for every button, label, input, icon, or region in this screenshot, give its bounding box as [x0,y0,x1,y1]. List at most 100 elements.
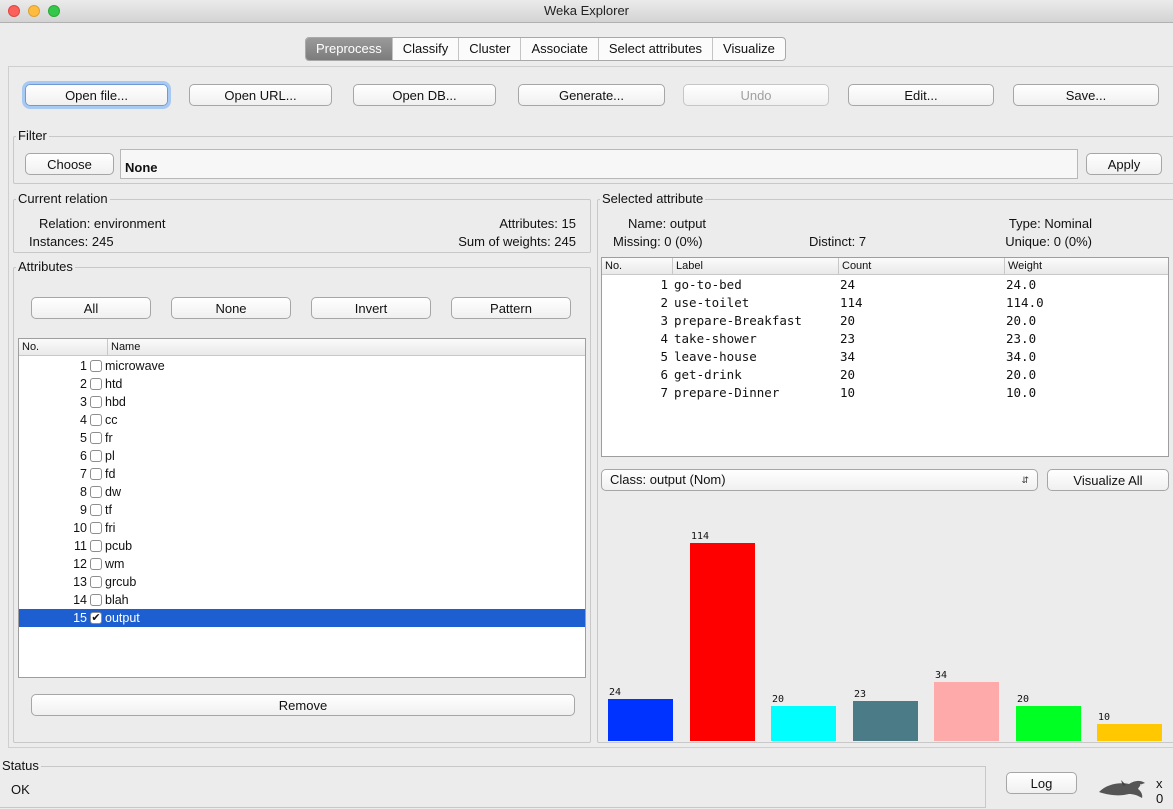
log-button[interactable]: Log [1006,772,1077,794]
col-count-header[interactable]: Count [838,258,1004,274]
attribute-row-no: 2 [80,377,87,391]
weka-bird-icon[interactable] [1097,778,1151,800]
label-stats-table[interactable]: No. Label Count Weight 1 go-to-bed 2 4 24.0 2… [601,257,1169,457]
remove-button[interactable]: Remove [31,694,575,716]
label-stats-row[interactable]: 3 prepare-Breakfast 20 20.0 [602,312,1168,330]
attribute-row[interactable]: 2 htd [19,375,585,393]
attribute-row-no: 12 [73,557,87,571]
attribute-checkbox[interactable] [90,486,102,498]
label-row-no: 2 [660,295,668,310]
label-row-no: 1 [660,277,668,292]
tab-associate[interactable]: Associate [521,38,599,60]
label-row-label: go-to-bed [674,277,742,292]
attribute-row[interactable]: 15 ✔ output [19,609,585,627]
attribute-row-no: 15 [73,611,87,625]
attribute-checkbox[interactable] [90,414,102,426]
col-no-header[interactable]: No. [602,258,672,274]
undo-button[interactable]: Undo [683,84,829,106]
bar-value-label: 114 [691,531,710,542]
attribute-row-no: 8 [80,485,87,499]
attribute-checkbox[interactable] [90,594,102,606]
attribute-checkbox[interactable] [90,378,102,390]
attribute-row[interactable]: 12 wm [19,555,585,573]
attribute-row-no: 5 [80,431,87,445]
attribute-row-name: output [105,611,140,625]
open-url-button[interactable]: Open URL... [189,84,332,106]
attribute-checkbox[interactable] [90,576,102,588]
label-row-label: get-drink [674,367,742,382]
tab-classify[interactable]: Classify [393,38,460,60]
tab-select-attributes[interactable]: Select attributes [599,38,714,60]
label-row-label: leave-house [674,349,757,364]
attribute-row[interactable]: 8 dw [19,483,585,501]
attribute-row[interactable]: 11 pcub [19,537,585,555]
invert-selection-button[interactable]: Invert [311,297,431,319]
attribute-row[interactable]: 1 microwave [19,357,585,375]
label-row-no: 4 [660,331,668,346]
label-row-label: take-shower [674,331,757,346]
updown-arrows-icon: ⇵ [1021,475,1029,485]
attribute-checkbox[interactable] [90,540,102,552]
bar-value-label: 20 [772,694,785,705]
attribute-row-name: grcub [105,575,137,589]
col-label-header[interactable]: Label [672,258,838,274]
generate-button[interactable]: Generate... [518,84,665,106]
tab-visualize[interactable]: Visualize [713,38,785,60]
attribute-checkbox[interactable] [90,558,102,570]
class-select[interactable]: Class: output (Nom) ⇵ [601,469,1038,491]
attribute-row[interactable]: 7 fd [19,465,585,483]
bar-leave-house [934,682,999,741]
filter-field[interactable]: None [120,149,1078,179]
label-stats-row[interactable]: 5 leave-house 34 34.0 [602,348,1168,366]
attribute-row-no: 13 [73,575,87,589]
attribute-row[interactable]: 4 cc [19,411,585,429]
apply-filter-button[interactable]: Apply [1086,153,1162,175]
attribute-row[interactable]: 5 fr [19,429,585,447]
label-stats-row[interactable]: 6 get-drink 20 20.0 [602,366,1168,384]
bar-go-to-bed [608,699,673,741]
label-stats-row[interactable]: 7 prepare-Dinner 10 10.0 [602,384,1168,402]
attribute-checkbox[interactable] [90,468,102,480]
attribute-row[interactable]: 9 tf [19,501,585,519]
save-button[interactable]: Save... [1013,84,1159,106]
tab-cluster[interactable]: Cluster [459,38,522,60]
attribute-checkbox[interactable]: ✔ [90,612,102,624]
edit-button[interactable]: Edit... [848,84,994,106]
attribute-checkbox[interactable] [90,450,102,462]
label-stats-row[interactable]: 1 go-to-bed 24 24.0 [602,276,1168,294]
attribute-checkbox[interactable] [90,504,102,516]
attribute-checkbox[interactable] [90,396,102,408]
col-no-header[interactable]: No. [19,339,89,355]
attribute-row[interactable]: 10 fri [19,519,585,537]
attribute-distinct: Distinct: 7 [809,234,867,249]
choose-filter-button[interactable]: Choose [25,153,114,175]
label-row-weight: 24.0 [1006,277,1037,292]
attribute-row-name: pl [105,449,115,463]
col-weight-header[interactable]: Weight [1004,258,1168,274]
attribute-row-name: htd [105,377,123,391]
attribute-row[interactable]: 13 grcub [19,573,585,591]
attribute-row-no: 4 [80,413,87,427]
attribute-row-name: fd [105,467,116,481]
pattern-button[interactable]: Pattern [451,297,571,319]
visualize-all-button[interactable]: Visualize All [1047,469,1169,491]
tab-preprocess[interactable]: Preprocess [306,38,393,60]
label-stats-row[interactable]: 4 take-shower 23 23.0 [602,330,1168,348]
attribute-row-no: 11 [74,539,87,553]
attribute-row[interactable]: 3 hbd [19,393,585,411]
attribute-checkbox[interactable] [90,432,102,444]
sum-of-weights: Sum of weights: 245 [458,234,576,249]
label-stats-header: No. Label Count Weight [602,258,1168,275]
attribute-row[interactable]: 14 blah [19,591,585,609]
open-db-button[interactable]: Open DB... [353,84,496,106]
open-file-button[interactable]: Open file... [25,84,168,106]
relation-name: Relation: environment [39,216,166,231]
select-all-button[interactable]: All [31,297,151,319]
attributes-table[interactable]: No. Name 1 microwave 2 htd 3 hbd 4 cc 5 fr 6 pl 7 fd 8… [18,338,586,678]
select-none-button[interactable]: None [171,297,291,319]
attribute-row[interactable]: 6 pl [19,447,585,465]
label-stats-row[interactable]: 2 use-toilet 114 114.0 [602,294,1168,312]
attribute-checkbox[interactable] [90,360,102,372]
col-name-header[interactable]: Name [107,339,585,355]
attribute-checkbox[interactable] [90,522,102,534]
